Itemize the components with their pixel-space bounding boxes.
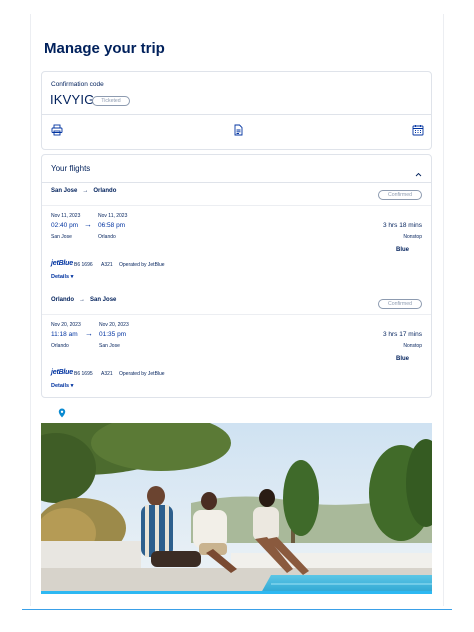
operated-by: Operated by JetBlue <box>119 371 165 377</box>
stops: Nonstop <box>403 343 422 349</box>
confirmation-code: IKVYIG <box>50 92 95 107</box>
aircraft-type: A321 <box>101 262 113 268</box>
flight-segment-return: Orlando → San Jose Confirmed Nov 20, 2023 … <box>42 292 431 396</box>
flight-segment-outbound: San Jose → Orlando Confirmed Nov 11, 2023 … <box>42 183 431 287</box>
arrow-right-icon: → <box>82 188 89 194</box>
divider <box>42 314 431 315</box>
divider <box>42 114 431 115</box>
arrive-city: Orlando <box>98 234 116 240</box>
route-heading: Orlando → San Jose <box>51 297 116 303</box>
print-icon[interactable] <box>51 123 65 137</box>
depart-time: 02:40 pm <box>51 222 79 229</box>
arrow-right-icon: → <box>84 220 92 229</box>
details-link[interactable]: Details ▾ <box>51 274 73 280</box>
details-link[interactable]: Details ▾ <box>51 383 73 389</box>
arrow-right-icon: → <box>85 329 93 338</box>
status-badge: Confirmed <box>378 190 422 200</box>
document-icon[interactable] <box>232 123 246 137</box>
page-title: Manage your trip <box>44 40 165 57</box>
chevron-up-icon[interactable] <box>415 165 422 177</box>
confirmation-label: Confirmation code <box>51 81 104 88</box>
footer-divider <box>22 609 452 610</box>
flights-header[interactable]: Your flights <box>42 155 431 183</box>
divider <box>42 205 431 206</box>
jetblue-logo: jetBlue <box>51 260 73 267</box>
arrive-time: 06:58 pm <box>98 222 126 229</box>
jetblue-logo: jetBlue <box>51 369 73 376</box>
cabin-class: Blue <box>395 356 409 362</box>
hero-photo <box>41 423 432 593</box>
arrow-right-icon: → <box>79 297 86 303</box>
depart-city: San Jose <box>51 234 72 240</box>
route-destination: San Jose <box>90 297 117 303</box>
depart-date: Nov 20, 2023 <box>51 322 81 328</box>
route-heading: San Jose → Orlando <box>51 188 116 194</box>
calendar-icon[interactable] <box>412 123 426 137</box>
depart-city: Orlando <box>51 343 69 349</box>
arrive-date: Nov 20, 2023 <box>99 322 129 328</box>
ticketed-badge: Ticketed <box>92 96 130 106</box>
route-origin: Orlando <box>51 297 75 303</box>
route-origin: San Jose <box>51 188 78 194</box>
route-destination: Orlando <box>93 188 117 194</box>
cabin-class: Blue <box>395 247 409 253</box>
arrive-date: Nov 11, 2023 <box>98 213 128 219</box>
accent-bar <box>41 591 432 594</box>
flights-card: Your flights San Jose → Orlando Confirmed … <box>41 154 432 398</box>
depart-date: Nov 11, 2023 <box>51 213 81 219</box>
flight-number: B6 1695 <box>74 371 93 377</box>
aircraft-type: A321 <box>101 371 113 377</box>
duration: 3 hrs 18 mins <box>382 222 422 229</box>
flight-number: B6 1696 <box>74 262 93 268</box>
status-badge: Confirmed <box>378 299 422 309</box>
map-pin-icon[interactable] <box>58 405 66 418</box>
duration: 3 hrs 17 mins <box>382 331 422 338</box>
operated-by: Operated by JetBlue <box>119 262 165 268</box>
stops: Nonstop <box>403 234 422 240</box>
flights-title: Your flights <box>51 164 91 173</box>
arrive-time: 01:35 pm <box>99 331 127 338</box>
arrive-city: San Jose <box>99 343 120 349</box>
confirmation-card: Confirmation code IKVYIG Ticketed <box>41 71 432 150</box>
depart-time: 11:18 am <box>51 331 78 338</box>
